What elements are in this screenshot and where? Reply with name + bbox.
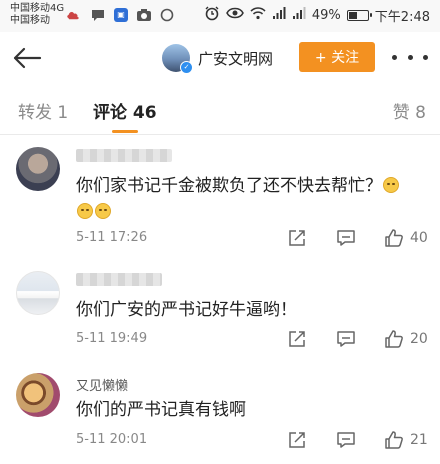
share-icon	[289, 230, 305, 246]
like-count: 20	[410, 331, 428, 347]
avatar[interactable]	[16, 147, 60, 191]
verified-badge-icon: ✓	[180, 61, 193, 74]
more-options-button[interactable]	[392, 42, 428, 72]
account-info[interactable]: ✓ 广安文明网	[162, 42, 273, 74]
eye-icon	[226, 6, 244, 24]
comment-actions: 21	[288, 429, 428, 451]
alarm-icon	[204, 5, 220, 25]
camera-icon	[136, 8, 152, 22]
comment-icon	[337, 331, 355, 347]
share-icon	[289, 432, 305, 448]
thumbs-up-icon	[385, 431, 403, 449]
reply-button[interactable]	[336, 229, 356, 247]
carrier-line-2: 中国移动	[10, 15, 50, 26]
share-button[interactable]	[288, 431, 306, 449]
active-tab-indicator	[112, 130, 138, 133]
account-avatar: ✓	[162, 44, 193, 74]
status-icons-left: ▣	[66, 7, 174, 23]
share-icon	[289, 331, 305, 347]
account-name: 广安文明网	[198, 49, 274, 68]
message-icon	[90, 8, 106, 22]
like-button[interactable]: 20	[384, 329, 428, 349]
comment-body: 你们的严书记真有钱啊	[76, 400, 246, 420]
tab-repost[interactable]: 转发 1	[18, 98, 68, 123]
carrier-info: 中国移动4G 中国移动	[10, 3, 64, 27]
comment-time: 5-11 20:01	[76, 432, 148, 447]
back-button[interactable]	[10, 42, 44, 74]
comment-item: 又见懒懒 你们的严书记真有钱啊 5-11 20:01 21	[0, 361, 440, 464]
comment-item: 你们家书记千金被欺负了还不快去帮忙？ 5-11 17:26 40	[0, 135, 440, 260]
weibo-comment-screen: 中国移动4G 中国移动 ▣ 49% 下午2:48 ✓ 广安文明网 + 关注 转发…	[0, 0, 440, 464]
comment-time: 5-11 17:26	[76, 230, 148, 245]
nav-header: ✓ 广安文明网 + 关注	[0, 32, 440, 84]
comment-icon	[337, 230, 355, 246]
comment-time: 5-11 19:49	[76, 331, 148, 346]
back-arrow-icon	[13, 47, 42, 69]
avatar[interactable]	[16, 271, 60, 315]
status-bar: 中国移动4G 中国移动 ▣ 49% 下午2:48	[0, 0, 440, 33]
comment-actions: 20	[288, 328, 428, 350]
comment-body: 你们家书记千金被欺负了还不快去帮忙？	[76, 176, 382, 196]
comment-actions: 40	[288, 227, 428, 249]
battery-icon	[346, 9, 372, 21]
comment-body: 你们广安的严书记好牛逼哟！	[76, 300, 297, 320]
battery-fill	[348, 11, 357, 19]
wifi-icon	[250, 6, 266, 24]
emoji-icon	[383, 177, 399, 193]
battery-percent: 49%	[311, 7, 341, 23]
clock: 下午2:48	[374, 9, 430, 25]
signal-icon	[272, 6, 286, 24]
emoji-icon	[95, 203, 111, 219]
follow-button[interactable]: + 关注	[299, 42, 375, 72]
user-name-blurred	[76, 149, 172, 162]
app-icon: ▣	[114, 8, 128, 22]
emoji-icon	[77, 203, 93, 219]
like-count: 40	[410, 230, 428, 246]
thumbs-up-icon	[385, 330, 403, 348]
reply-button[interactable]	[336, 330, 356, 348]
dot	[392, 54, 397, 60]
comment-text: 你们的严书记真有钱啊	[76, 397, 426, 423]
share-button[interactable]	[288, 229, 306, 247]
share-button[interactable]	[288, 330, 306, 348]
detail-tabs: 转发 1 评论 46 赞 8	[0, 84, 440, 135]
weather-icon	[66, 8, 82, 22]
comment-icon	[337, 432, 355, 448]
dot	[407, 54, 413, 60]
like-button[interactable]: 40	[384, 228, 428, 248]
tab-comment[interactable]: 评论 46	[93, 98, 157, 123]
like-count: 21	[410, 432, 428, 448]
status-icons-right: 49% 下午2:48	[204, 5, 430, 25]
reply-button[interactable]	[336, 431, 356, 449]
user-name[interactable]: 又见懒懒	[76, 375, 128, 394]
comment-text: 你们家书记千金被欺负了还不快去帮忙？	[76, 173, 426, 225]
carrier-line-1: 中国移动4G	[10, 3, 65, 14]
comment-text: 你们广安的严书记好牛逼哟！	[76, 297, 426, 323]
circle-icon	[160, 8, 174, 22]
user-name-blurred	[76, 273, 162, 286]
like-button[interactable]: 21	[384, 430, 428, 450]
dot	[423, 54, 428, 60]
avatar[interactable]	[16, 373, 60, 417]
thumbs-up-icon	[385, 229, 403, 247]
signal-icon	[292, 6, 306, 24]
tab-like[interactable]: 赞 8	[393, 98, 426, 123]
comment-item: 你们广安的严书记好牛逼哟！ 5-11 19:49 20	[0, 259, 440, 362]
